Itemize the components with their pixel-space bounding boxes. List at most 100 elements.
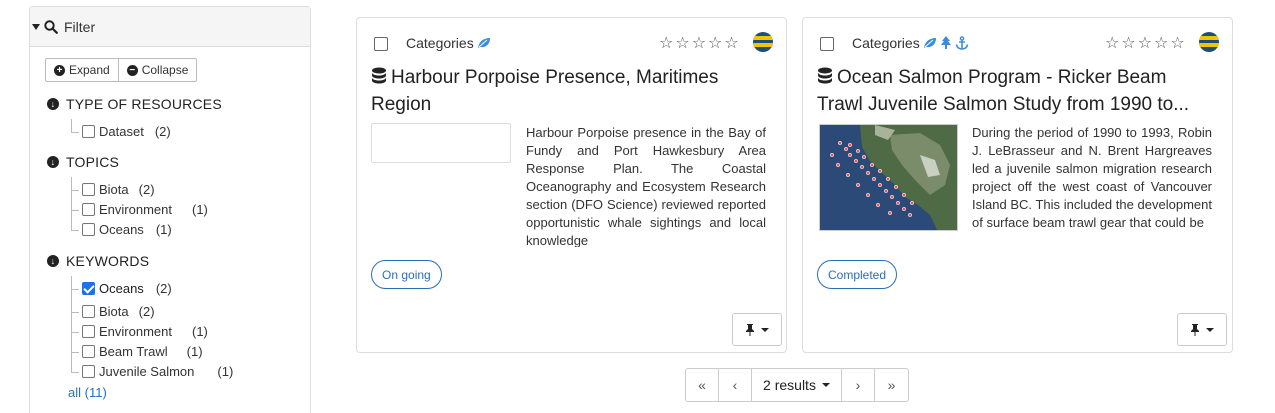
checkbox[interactable] — [82, 183, 95, 196]
database-icon — [372, 67, 386, 84]
pin-dropdown-button[interactable] — [732, 313, 782, 346]
filter-panel: Filter + Expand − Collapse ↓ TYPE OF RESOU… — [29, 6, 311, 413]
star-icon[interactable]: ☆ — [675, 33, 689, 53]
filter-item-oceans[interactable]: Oceans (1) — [82, 222, 172, 237]
tree-line — [71, 132, 79, 133]
categories: Categories — [852, 35, 969, 51]
arrow-circle-down-icon: ↓ — [47, 98, 59, 110]
pagination: « ‹ 2 results › » — [685, 368, 909, 402]
tree-line — [71, 352, 79, 353]
star-icon[interactable]: ☆ — [1105, 33, 1119, 53]
card-abstract: During the period of 1990 to 1993, Robin… — [972, 125, 1212, 230]
collapse-button[interactable]: − Collapse — [118, 58, 198, 82]
plus-circle-icon: + — [54, 64, 65, 76]
map-image — [820, 125, 957, 230]
result-card: Categories ☆ ☆ ☆ ☆ ☆ Harbour Porpoise Presen… — [356, 17, 787, 353]
checkbox[interactable] — [82, 125, 95, 138]
first-page-button[interactable]: « — [686, 369, 719, 401]
filter-item-biota-keyword[interactable]: Biota (2) — [82, 304, 155, 319]
item-count: (1) — [191, 324, 208, 339]
tree-icon — [940, 36, 951, 49]
select-checkbox[interactable] — [374, 37, 388, 51]
section-topics[interactable]: ↓ TOPICS — [47, 154, 119, 170]
checkbox[interactable] — [82, 345, 95, 358]
tree-line — [71, 276, 72, 372]
all-keywords-link[interactable]: all (11) — [68, 385, 107, 400]
select-checkbox[interactable] — [820, 37, 834, 51]
checkbox[interactable] — [82, 325, 95, 338]
result-card: Categories ☆ ☆ ☆ ☆ ☆ Ocean Salmon Program - … — [802, 17, 1233, 353]
pin-dropdown-button[interactable] — [1177, 313, 1227, 346]
tree-line — [71, 190, 79, 191]
arrow-circle-down-icon: ↓ — [47, 156, 59, 168]
tree-line — [71, 230, 79, 231]
status-badge: On going — [371, 260, 442, 289]
categories: Categories — [406, 35, 491, 51]
item-count: (1) — [155, 222, 172, 237]
database-icon — [818, 67, 832, 84]
caret-down-icon — [32, 23, 40, 30]
rating-stars[interactable]: ☆ ☆ ☆ ☆ ☆ — [659, 33, 739, 53]
section-type-of-resources[interactable]: ↓ TYPE OF RESOURCES — [47, 96, 222, 112]
pin-icon — [746, 324, 754, 336]
minus-circle-icon: − — [126, 64, 138, 76]
results-dropdown[interactable]: 2 results — [752, 369, 842, 401]
star-icon[interactable]: ☆ — [1121, 33, 1135, 53]
star-icon[interactable]: ☆ — [708, 33, 722, 53]
leaf-icon — [477, 38, 490, 48]
organization-logo-icon — [1199, 32, 1219, 52]
card-title[interactable]: Harbour Porpoise Presence, Maritimes Reg… — [371, 64, 771, 118]
item-count: (2) — [138, 304, 155, 319]
item-count: (1) — [191, 202, 208, 217]
status-badge: Completed — [817, 260, 898, 289]
filter-item-juvenile-salmon[interactable]: Juvenile Salmon (1) — [82, 364, 233, 379]
tree-line — [71, 177, 72, 230]
filter-item-dataset[interactable]: Dataset (2) — [82, 124, 171, 139]
rating-stars[interactable]: ☆ ☆ ☆ ☆ ☆ — [1105, 33, 1185, 53]
star-icon[interactable]: ☆ — [724, 33, 738, 53]
star-icon[interactable]: ☆ — [692, 33, 706, 53]
caret-down-icon — [1206, 327, 1214, 332]
tree-line — [71, 312, 79, 313]
search-icon — [44, 19, 58, 34]
tree-line — [71, 332, 79, 333]
item-count: (2) — [155, 281, 172, 296]
checkbox[interactable] — [82, 365, 95, 378]
expand-button[interactable]: + Expand — [45, 58, 119, 82]
star-icon[interactable]: ☆ — [1138, 33, 1152, 53]
tree-line — [71, 289, 79, 290]
filter-item-biota[interactable]: Biota (2) — [82, 182, 155, 197]
star-icon[interactable]: ☆ — [659, 33, 673, 53]
map-thumbnail[interactable] — [819, 124, 958, 231]
item-count: (2) — [138, 182, 155, 197]
checkbox[interactable] — [82, 203, 95, 216]
checkbox[interactable] — [82, 223, 95, 236]
checkbox-checked[interactable] — [82, 282, 95, 295]
star-icon[interactable]: ☆ — [1154, 33, 1168, 53]
next-page-button[interactable]: › — [842, 369, 875, 401]
anchor-icon — [955, 36, 968, 50]
organization-logo-icon — [753, 32, 773, 52]
filter-item-environment[interactable]: Environment (1) — [82, 202, 208, 217]
last-page-button[interactable]: » — [875, 369, 908, 401]
caret-down-icon — [821, 383, 830, 387]
star-icon[interactable]: ☆ — [1170, 33, 1184, 53]
expand-collapse-group: + Expand − Collapse — [45, 58, 198, 82]
leaf-icon — [923, 38, 936, 48]
card-abstract: Harbour Porpoise presence in the Bay of … — [526, 125, 766, 247]
tree-line — [71, 210, 79, 211]
card-title[interactable]: Ocean Salmon Program - Ricker Beam Trawl… — [817, 64, 1217, 118]
filter-item-environment-keyword[interactable]: Environment (1) — [82, 324, 208, 339]
item-count: (2) — [154, 124, 171, 139]
caret-down-icon — [761, 327, 769, 332]
arrow-circle-down-icon: ↓ — [47, 255, 59, 267]
item-count: (1) — [217, 364, 234, 379]
checkbox[interactable] — [82, 305, 95, 318]
filter-item-beam-trawl[interactable]: Beam Trawl (1) — [82, 344, 203, 359]
filter-item-oceans-keyword[interactable]: Oceans (2) — [82, 281, 172, 296]
previous-page-button[interactable]: ‹ — [719, 369, 752, 401]
filter-header[interactable]: Filter — [30, 7, 310, 47]
section-keywords[interactable]: ↓ KEYWORDS — [47, 253, 149, 269]
item-count: (1) — [186, 344, 203, 359]
tree-line — [71, 119, 72, 132]
